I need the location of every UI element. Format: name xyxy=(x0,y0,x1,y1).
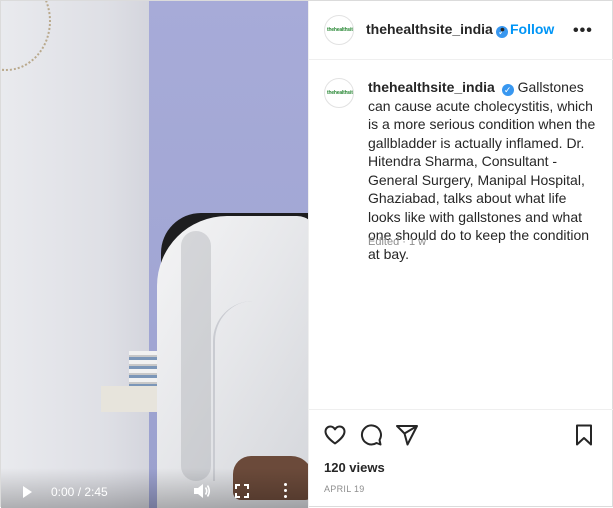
avatar-logo-text: thehealthsite xyxy=(327,27,354,33)
bookmark-icon[interactable] xyxy=(572,423,596,447)
instagram-post: 0:00 / 2:45 thehealthsite thehealthsite_… xyxy=(0,0,613,508)
caption-section: thehealthsite thehealthsite_india ✓ Gall… xyxy=(309,61,613,409)
more-options-icon[interactable]: ••• xyxy=(573,22,593,40)
edited-timestamp: Edited · 1 w xyxy=(368,236,427,248)
header-username-text: thehealthsite_india xyxy=(366,21,493,37)
video-frame-wall xyxy=(1,1,153,508)
caption-username[interactable]: thehealthsite_india xyxy=(368,79,495,95)
avatar[interactable]: thehealthsite xyxy=(324,15,354,45)
video-controls: 0:00 / 2:45 xyxy=(1,477,308,507)
post-header: thehealthsite thehealthsite_india ✓ • Fol… xyxy=(309,1,613,60)
post-video[interactable]: 0:00 / 2:45 xyxy=(1,1,308,508)
header-username[interactable]: thehealthsite_india ✓ xyxy=(366,21,508,38)
play-icon[interactable] xyxy=(23,486,32,498)
heart-icon[interactable] xyxy=(323,423,347,447)
video-frame-coat-shadow xyxy=(181,231,211,481)
view-count[interactable]: 120 views xyxy=(324,460,385,475)
video-frame-coat-fold xyxy=(213,301,283,481)
video-time: 0:00 / 2:45 xyxy=(51,485,108,499)
post-actions: 120 views APRIL 19 xyxy=(309,409,613,508)
post-date: APRIL 19 xyxy=(324,484,365,494)
verified-badge-icon: ✓ xyxy=(501,84,514,96)
fullscreen-icon[interactable] xyxy=(235,484,249,498)
post-side-panel: thehealthsite thehealthsite_india ✓ • Fol… xyxy=(308,1,613,508)
follow-button[interactable]: Follow xyxy=(510,21,554,37)
comment-icon[interactable] xyxy=(359,423,383,447)
avatar-logo-text: thehealthsite xyxy=(327,90,354,96)
share-icon[interactable] xyxy=(395,423,419,447)
more-vertical-icon[interactable] xyxy=(281,483,289,501)
caption-text: Gallstones can cause acute cholecystitis… xyxy=(368,79,596,262)
avatar[interactable]: thehealthsite xyxy=(324,78,354,108)
volume-icon[interactable] xyxy=(193,483,211,499)
header-separator: • xyxy=(500,21,505,37)
